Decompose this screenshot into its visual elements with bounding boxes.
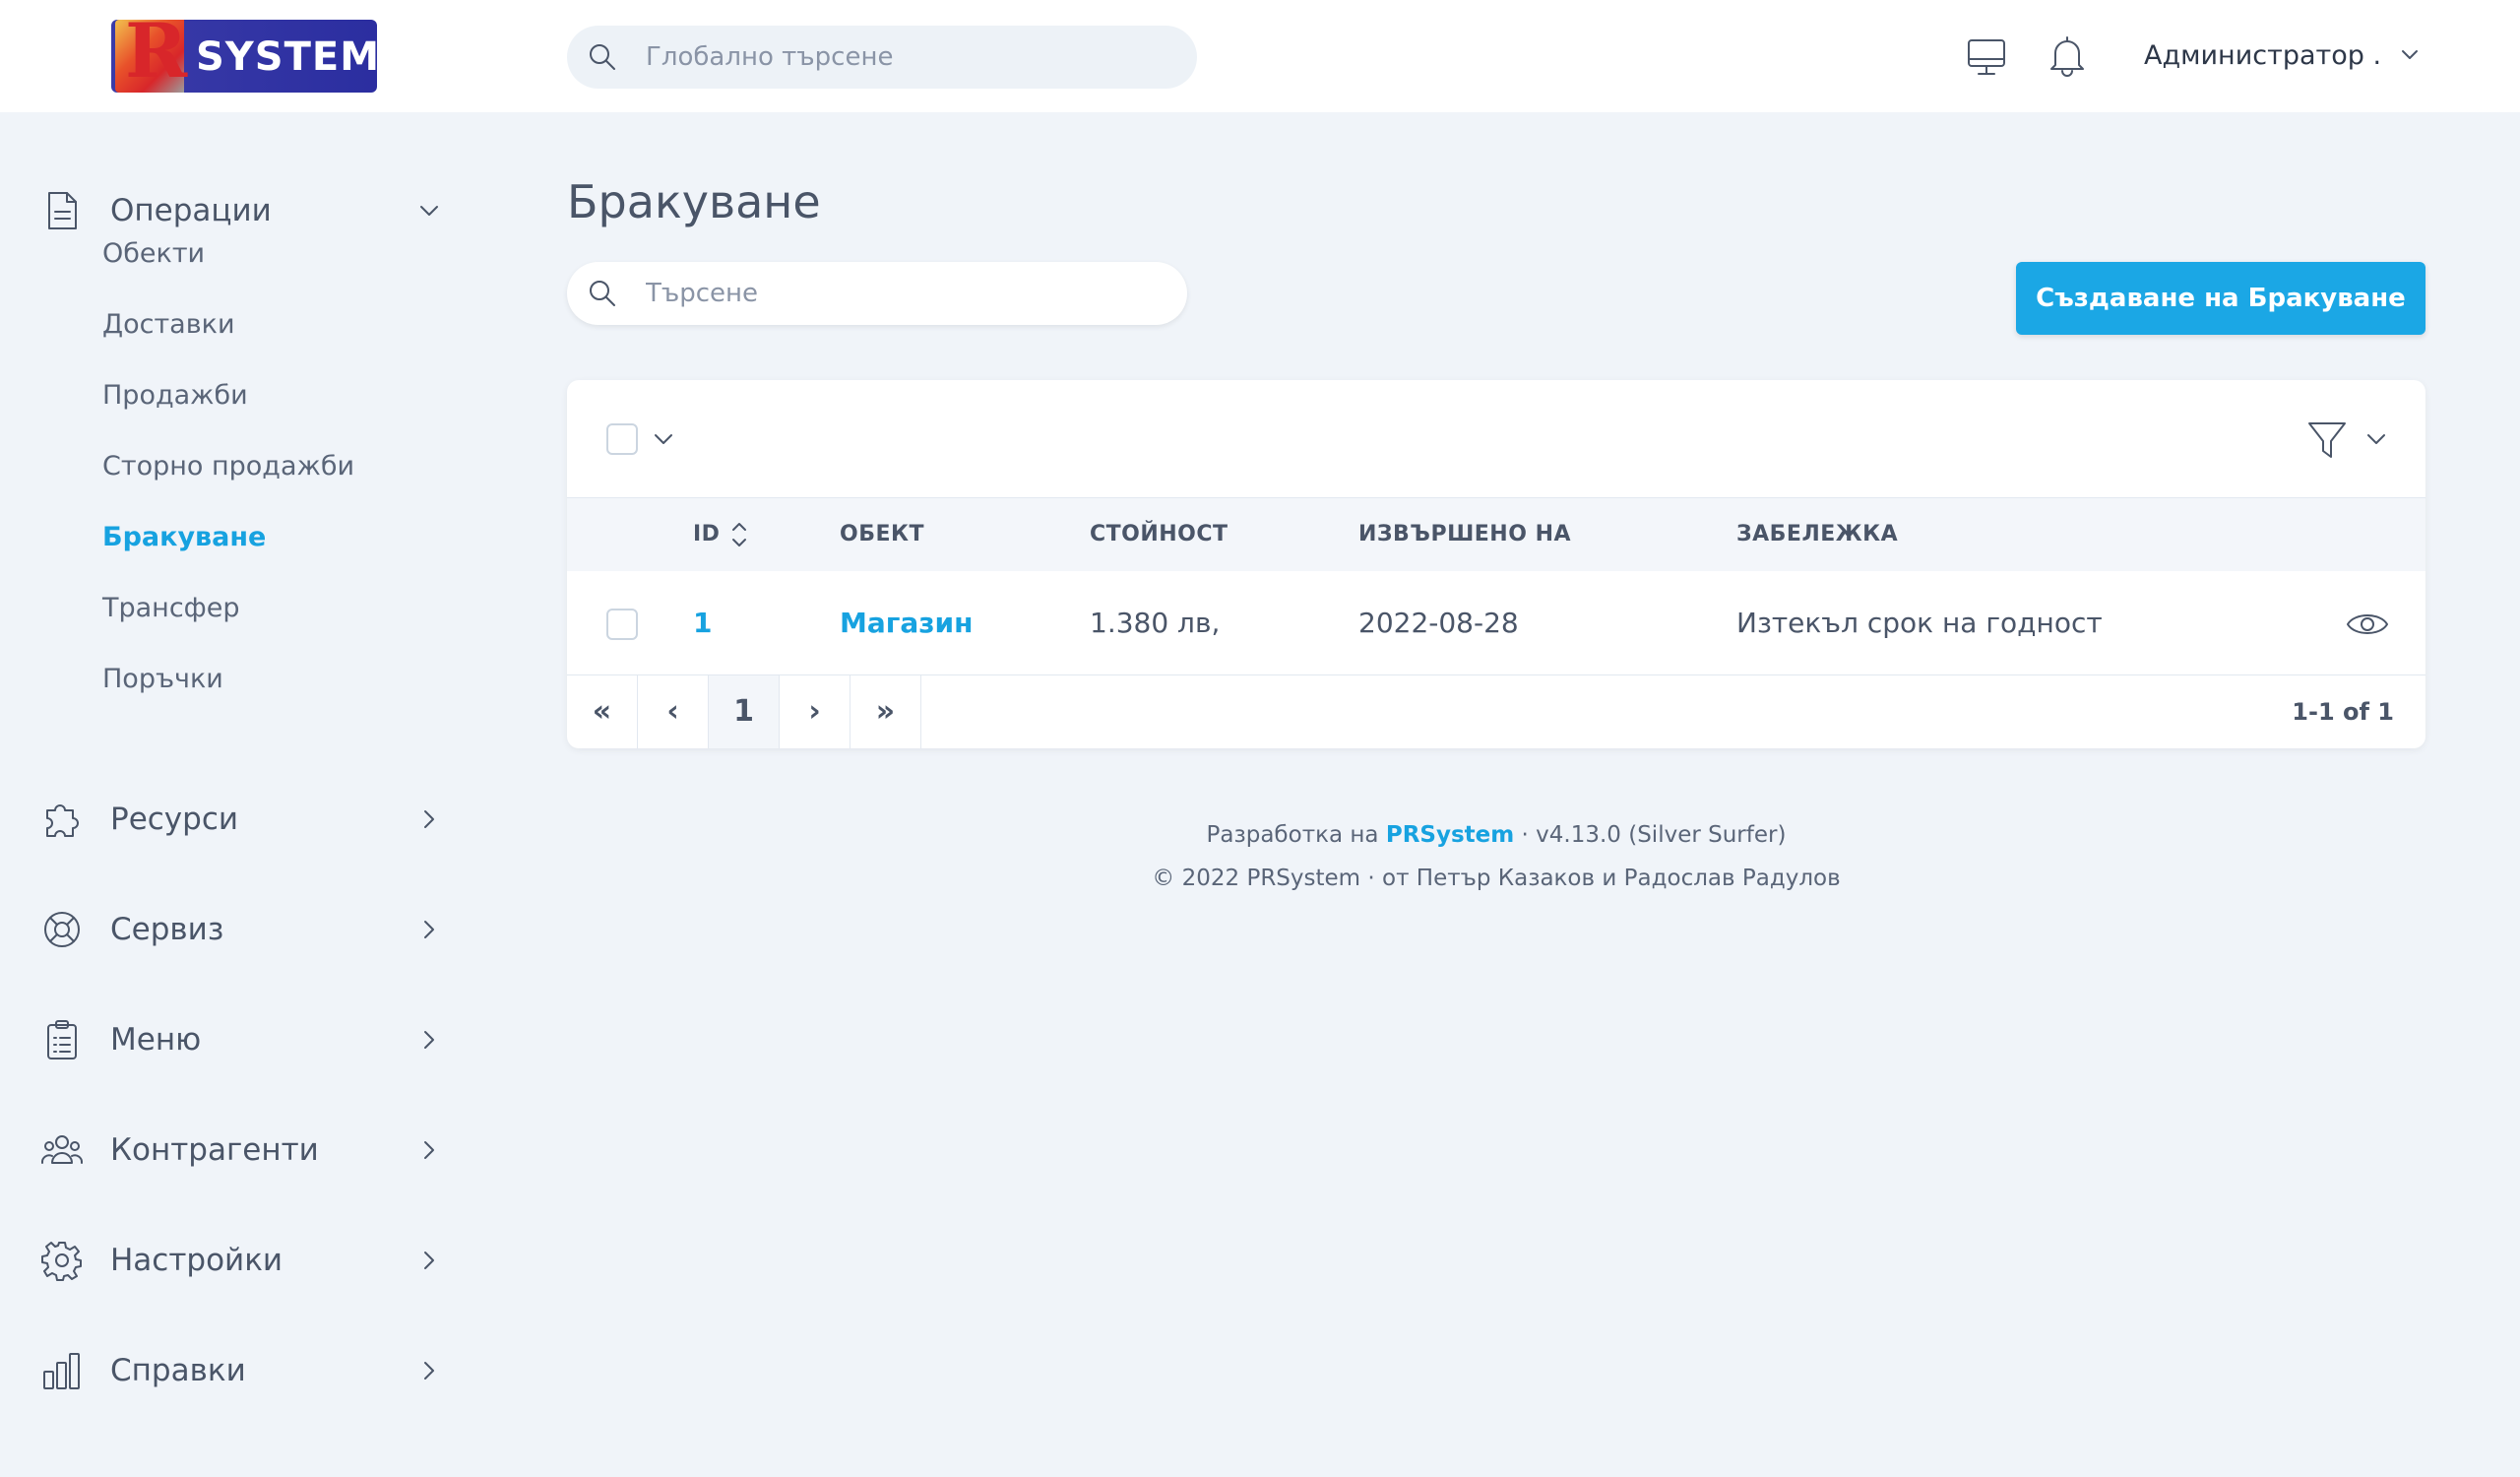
global-search-input[interactable] <box>646 26 1177 89</box>
footer-version: · v4.13.0 (Silver Surfer) <box>1521 822 1787 848</box>
table-header: ID ОБЕКТ СТОЙНОСТ ИЗВЪРШЕНО НА ЗАБЕЛЕЖКА <box>567 498 2426 571</box>
document-icon <box>48 192 77 229</box>
eye-icon[interactable] <box>2345 605 2390 644</box>
row-checkbox[interactable] <box>606 609 638 640</box>
sidebar-group-label: Контрагенти <box>110 1132 319 1168</box>
sidebar-item-refunds[interactable]: Сторно продажби <box>102 445 354 488</box>
chevron-down-icon <box>2402 50 2419 59</box>
chevron-right-icon <box>424 1252 434 1269</box>
clipboard-icon <box>47 1020 77 1060</box>
sidebar-group-resources[interactable]: Ресурси <box>39 790 443 849</box>
bar-chart-icon <box>43 1353 80 1389</box>
table-search-input[interactable] <box>646 262 1167 325</box>
last-page-button[interactable]: » <box>850 675 921 748</box>
sidebar-item-deliveries[interactable]: Доставки <box>102 303 235 347</box>
monitor-icon[interactable] <box>1965 35 2008 79</box>
footer-prefix: Разработка на <box>1206 822 1379 848</box>
sidebar-group-label: Справки <box>110 1353 246 1388</box>
row-date: 2022-08-28 <box>1358 607 1519 639</box>
lifebuoy-icon <box>44 912 80 947</box>
pagination-info: 1-1 of 1 <box>2292 698 2394 726</box>
logo-letter: R <box>125 20 188 93</box>
footer-brand-link[interactable]: PRSystem <box>1386 822 1514 848</box>
row-id-link[interactable]: 1 <box>693 571 712 675</box>
chevron-down-icon <box>420 206 438 216</box>
chevron-down-icon[interactable] <box>650 425 677 453</box>
user-menu[interactable]: Администратор . <box>2144 33 2423 77</box>
row-note: Изтекъл срок на годност <box>1736 607 2103 639</box>
select-all-checkbox[interactable] <box>606 423 638 455</box>
chevron-right-icon <box>424 1141 434 1159</box>
sidebar-item-objects[interactable]: Обекти <box>102 232 205 276</box>
column-header-date[interactable]: ИЗВЪРШЕНО НА <box>1358 498 1571 571</box>
footer-copyright: © 2022 PRSystem · от Петър Казаков и Рад… <box>1152 866 1841 891</box>
next-page-button[interactable]: › <box>780 675 850 748</box>
create-scrapping-button[interactable]: Създаване на Бракуване <box>2016 262 2426 335</box>
sidebar-group-service[interactable]: Сервиз <box>39 900 443 959</box>
top-bar: R SYSTEM Администратор . <box>0 0 2520 112</box>
sidebar: Операции Обекти Доставки Продажби Сторно… <box>0 112 472 1477</box>
column-header-note[interactable]: ЗАБЕЛЕЖКА <box>1736 498 1898 571</box>
chevron-right-icon <box>424 810 434 828</box>
sort-icon[interactable] <box>728 518 750 551</box>
footer: Разработка на PRSystem · v4.13.0 (Silver… <box>567 813 2426 900</box>
logo[interactable]: R SYSTEM <box>111 20 377 93</box>
row-object-link[interactable]: Магазин <box>840 571 974 675</box>
sidebar-group-settings[interactable]: Настройки <box>39 1231 443 1290</box>
first-page-button[interactable]: « <box>567 675 638 748</box>
page-button-1[interactable]: 1 <box>709 675 780 748</box>
sidebar-group-label: Сервиз <box>110 912 224 947</box>
sidebar-item-orders[interactable]: Поръчки <box>102 658 223 701</box>
gear-icon <box>41 1242 82 1281</box>
pagination: « ‹ 1 › » 1-1 of 1 <box>567 675 2426 748</box>
search-icon <box>590 44 615 70</box>
sidebar-group-contractors[interactable]: Контрагенти <box>39 1121 443 1180</box>
page-title: Бракуване <box>567 175 821 228</box>
chevron-right-icon <box>424 1362 434 1380</box>
sidebar-item-scrapping[interactable]: Бракуване <box>102 516 266 559</box>
column-header-value[interactable]: СТОЙНОСТ <box>1090 498 1228 571</box>
sidebar-group-label: Ресурси <box>110 802 239 837</box>
table-toolbar <box>567 380 2426 498</box>
filter-icon[interactable] <box>2305 416 2349 463</box>
footer-line-1: Разработка на PRSystem · v4.13.0 (Silver… <box>567 813 2426 857</box>
logo-text: SYSTEM <box>196 34 377 80</box>
resource-table-card: ID ОБЕКТ СТОЙНОСТ ИЗВЪРШЕНО НА ЗАБЕЛЕЖКА… <box>567 380 2426 748</box>
sidebar-group-reports[interactable]: Справки <box>39 1341 443 1400</box>
sidebar-group-label: Меню <box>110 1022 202 1058</box>
chevron-right-icon <box>424 1031 434 1049</box>
user-name: Администратор . <box>2144 39 2382 71</box>
table-row: 1 Магазин 1.380 лв, 2022-08-28 Изтекъл с… <box>567 571 2426 675</box>
sidebar-group-label: Настройки <box>110 1243 284 1278</box>
chevron-right-icon <box>424 921 434 938</box>
global-search <box>567 26 1197 89</box>
table-search <box>567 262 1187 325</box>
users-icon <box>40 1135 84 1164</box>
chevron-down-icon[interactable] <box>2362 425 2390 453</box>
sidebar-item-sales[interactable]: Продажби <box>102 374 248 417</box>
sidebar-group-menu[interactable]: Меню <box>39 1010 443 1069</box>
puzzle-icon <box>46 804 79 837</box>
column-header-id[interactable]: ID <box>693 498 720 571</box>
column-header-object[interactable]: ОБЕКТ <box>840 498 924 571</box>
sidebar-group-operations[interactable]: Операции <box>39 181 443 240</box>
search-icon <box>590 281 615 306</box>
sidebar-item-transfer[interactable]: Трансфер <box>102 587 240 630</box>
bell-icon[interactable] <box>2046 33 2089 79</box>
prev-page-button[interactable]: ‹ <box>638 675 709 748</box>
row-value: 1.380 лв, <box>1090 607 1221 639</box>
sidebar-group-label: Операции <box>110 193 272 228</box>
